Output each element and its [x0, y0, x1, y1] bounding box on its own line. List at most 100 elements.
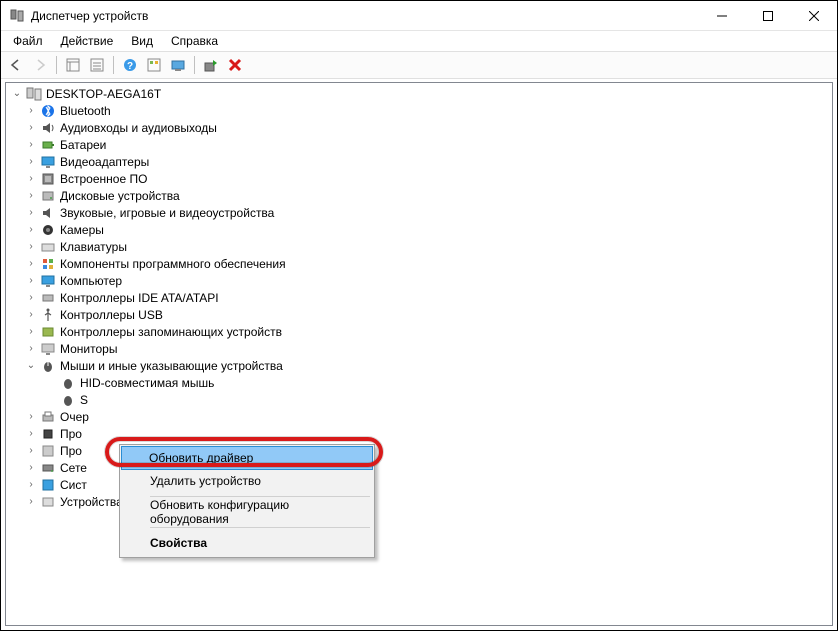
- show-hide-tree-button[interactable]: [62, 54, 84, 76]
- menu-action[interactable]: Действие: [53, 32, 122, 50]
- mouse-icon: [60, 375, 76, 391]
- chevron-right-icon[interactable]: ›: [24, 104, 38, 118]
- storage-icon: [40, 324, 56, 340]
- menu-help[interactable]: Справка: [163, 32, 226, 50]
- detail-view-button[interactable]: [143, 54, 165, 76]
- chevron-right-icon[interactable]: ›: [24, 427, 38, 441]
- chevron-right-icon[interactable]: ›: [24, 257, 38, 271]
- tree-node-label: Про: [60, 444, 82, 458]
- tree-leaf[interactable]: HID-совместимая мышь: [6, 374, 832, 391]
- tree-node[interactable]: › Мониторы: [6, 340, 832, 357]
- tree-node[interactable]: › Батареи: [6, 136, 832, 153]
- context-menu: Обновить драйвер Удалить устройство Обно…: [119, 444, 375, 558]
- tree-node-label: Видеоадаптеры: [60, 155, 149, 169]
- tree-node[interactable]: › Видеоадаптеры: [6, 153, 832, 170]
- computer-icon: [26, 86, 42, 102]
- tree-node-label: Встроенное ПО: [60, 172, 147, 186]
- ctx-properties[interactable]: Свойства: [122, 531, 372, 555]
- forward-button[interactable]: [29, 54, 51, 76]
- chevron-right-icon[interactable]: ›: [24, 325, 38, 339]
- menu-file[interactable]: Файл: [5, 32, 51, 50]
- tree-node[interactable]: › Про: [6, 425, 832, 442]
- close-button[interactable]: [791, 1, 837, 31]
- tree-leaf[interactable]: S: [6, 391, 832, 408]
- chevron-down-icon[interactable]: ⌄: [10, 87, 24, 101]
- chevron-right-icon[interactable]: ›: [24, 172, 38, 186]
- tree-node[interactable]: › Встроенное ПО: [6, 170, 832, 187]
- toolbar-separator: [56, 56, 57, 74]
- chevron-right-icon[interactable]: ›: [24, 478, 38, 492]
- tree-node[interactable]: ›Контроллеры запоминающих устройств: [6, 323, 832, 340]
- ctx-remove-device[interactable]: Удалить устройство: [122, 469, 372, 493]
- keyboard-icon: [40, 239, 56, 255]
- chevron-right-icon[interactable]: ›: [24, 155, 38, 169]
- disk-icon: [40, 188, 56, 204]
- tree-node-label: Камеры: [60, 223, 104, 237]
- mouse-icon: [40, 358, 56, 374]
- tree-leaf-label: HID-совместимая мышь: [80, 376, 214, 390]
- tree-node-label: Очер: [60, 410, 89, 424]
- titlebar: Диспетчер устройств: [1, 1, 837, 31]
- software-icon: [40, 256, 56, 272]
- system-icon: [40, 477, 56, 493]
- chevron-down-icon[interactable]: ⌄: [24, 359, 38, 373]
- tree-node-label: Контроллеры IDE ATA/ATAPI: [60, 291, 219, 305]
- tree-node[interactable]: ›Компьютер: [6, 272, 832, 289]
- tree-node-label: Компоненты программного обеспечения: [60, 257, 286, 271]
- chevron-right-icon[interactable]: ›: [24, 410, 38, 424]
- back-button[interactable]: [5, 54, 27, 76]
- tree-node-label: Про: [60, 427, 82, 441]
- tree-root[interactable]: ⌄ DESKTOP-AEGA16T: [6, 85, 832, 102]
- menu-view[interactable]: Вид: [123, 32, 161, 50]
- tree-node-label: Сист: [60, 478, 87, 492]
- chevron-right-icon[interactable]: ›: [24, 121, 38, 135]
- tree-node-expanded[interactable]: ⌄ Мыши и иные указывающие устройства: [6, 357, 832, 374]
- tree-node-label: Аудиовходы и аудиовыходы: [60, 121, 217, 135]
- ctx-update-driver[interactable]: Обновить драйвер: [121, 446, 373, 470]
- uninstall-device-button[interactable]: [224, 54, 246, 76]
- tree-node[interactable]: ›Дисковые устройства: [6, 187, 832, 204]
- chevron-right-icon[interactable]: ›: [24, 223, 38, 237]
- scan-hardware-button[interactable]: [167, 54, 189, 76]
- tree-node[interactable]: ›Контроллеры USB: [6, 306, 832, 323]
- tree-node[interactable]: › Компоненты программного обеспечения: [6, 255, 832, 272]
- tree-node-label: Мониторы: [60, 342, 117, 356]
- usb-icon: [40, 307, 56, 323]
- chevron-right-icon[interactable]: ›: [24, 495, 38, 509]
- chevron-right-icon[interactable]: ›: [24, 240, 38, 254]
- sound-icon: [40, 205, 56, 221]
- maximize-button[interactable]: [745, 1, 791, 31]
- cpu-icon: [40, 426, 56, 442]
- context-menu-separator: [150, 527, 370, 528]
- ctx-scan-hardware[interactable]: Обновить конфигурацию оборудования: [122, 500, 372, 524]
- tree-node-label: Сете: [60, 461, 87, 475]
- tree-node-label: Батареи: [60, 138, 106, 152]
- chevron-right-icon[interactable]: ›: [24, 342, 38, 356]
- chevron-right-icon[interactable]: ›: [24, 274, 38, 288]
- tree-node[interactable]: ›Звуковые, игровые и видеоустройства: [6, 204, 832, 221]
- toolbar-separator: [113, 56, 114, 74]
- firmware-icon: [40, 171, 56, 187]
- chevron-right-icon[interactable]: ›: [24, 308, 38, 322]
- chevron-right-icon[interactable]: ›: [24, 189, 38, 203]
- help-button[interactable]: ?: [119, 54, 141, 76]
- tree-node[interactable]: › Очер: [6, 408, 832, 425]
- tree-node[interactable]: › Контроллеры IDE ATA/ATAPI: [6, 289, 832, 306]
- tree-node-label: Мыши и иные указывающие устройства: [60, 359, 283, 373]
- printer-icon: [40, 409, 56, 425]
- tree-node[interactable]: › Камеры: [6, 221, 832, 238]
- properties-button[interactable]: [86, 54, 108, 76]
- chevron-right-icon[interactable]: ›: [24, 291, 38, 305]
- minimize-button[interactable]: [699, 1, 745, 31]
- chevron-right-icon[interactable]: ›: [24, 461, 38, 475]
- tree-node[interactable]: ›Клавиатуры: [6, 238, 832, 255]
- chevron-right-icon[interactable]: ›: [24, 138, 38, 152]
- tree-node[interactable]: › Аудиовходы и аудиовыходы: [6, 119, 832, 136]
- update-driver-button[interactable]: [200, 54, 222, 76]
- monitor-icon: [40, 341, 56, 357]
- chevron-right-icon[interactable]: ›: [24, 444, 38, 458]
- context-menu-separator: [150, 496, 370, 497]
- chevron-right-icon[interactable]: ›: [24, 206, 38, 220]
- svg-text:?: ?: [127, 61, 133, 72]
- tree-node[interactable]: ›Bluetooth: [6, 102, 832, 119]
